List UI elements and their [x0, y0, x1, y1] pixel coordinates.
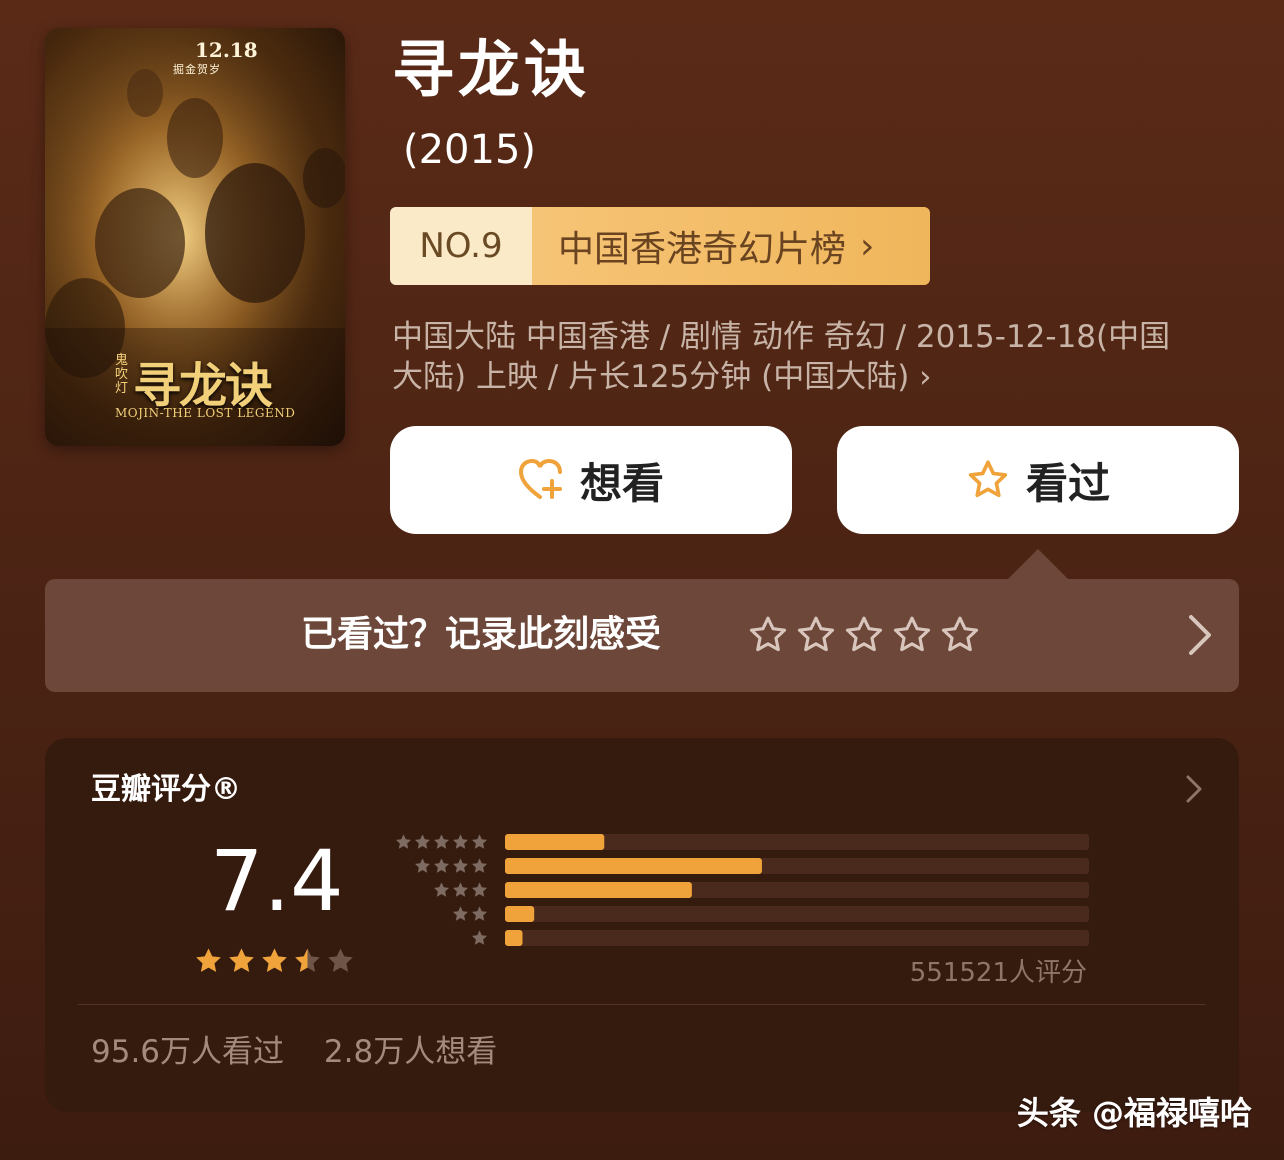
- movie-poster[interactable]: 12.18 掘金贺岁 鬼吹灯 寻龙诀 MOJIN-THE LOST LEGEND: [45, 28, 345, 446]
- mini-star-icon: [433, 858, 450, 873]
- seen-label: 看过: [1025, 458, 1110, 508]
- star-outline-icon[interactable]: [843, 615, 885, 655]
- mini-star-icon: [471, 882, 488, 897]
- poster-date: 12.18: [195, 38, 258, 62]
- watched-button[interactable]: 看过: [837, 426, 1239, 534]
- chevron-right-icon: ›: [919, 359, 932, 395]
- mini-star-icon: [471, 906, 488, 921]
- star-outline-icon[interactable]: [939, 615, 981, 655]
- want-label: 想看: [579, 458, 664, 508]
- poster-date-sub: 掘金贺岁: [173, 63, 221, 76]
- movie-year: (2015): [403, 127, 537, 173]
- movie-title: 寻龙诀: [392, 33, 591, 106]
- mini-star-icon: [452, 882, 469, 897]
- rating-input-stars[interactable]: [747, 615, 981, 655]
- distribution-row-4-star: [414, 858, 1089, 874]
- rating-count: 551521人评分: [909, 958, 1087, 988]
- rank-list-name: 中国香港奇幻片榜: [558, 229, 847, 270]
- distribution-track: [505, 930, 1089, 946]
- record-pointer: [1008, 549, 1068, 579]
- watermark: 头条 @福禄嘻哈: [1016, 1094, 1252, 1132]
- mini-star-icon: [395, 834, 412, 849]
- distribution-track: [505, 906, 1089, 922]
- mini-star-icon: [452, 906, 469, 921]
- ranking-badge[interactable]: NO.9 中国香港奇幻片榜 ›: [390, 207, 930, 285]
- want-stat: 2.8万人想看: [323, 1034, 498, 1070]
- chevron-right-icon: ›: [860, 225, 875, 267]
- distribution-bar: [505, 834, 605, 850]
- want-to-watch-button[interactable]: 想看: [390, 426, 792, 534]
- mini-star-icon: [452, 834, 469, 849]
- star-outline-icon[interactable]: [891, 615, 933, 655]
- rating-distribution: [395, 834, 1089, 946]
- mini-star-icon: [471, 834, 488, 849]
- rank-list: 中国香港奇幻片榜 ›: [532, 207, 930, 285]
- mini-star-icon: [414, 858, 431, 873]
- distribution-row-5-star: [395, 834, 1089, 850]
- star-outline-icon[interactable]: [747, 615, 789, 655]
- meta-line-1: 中国大陆 中国香港 / 剧情 动作 奇幻 / 2015-12-18(中国: [392, 319, 1171, 355]
- star-outline-icon[interactable]: [795, 615, 837, 655]
- poster-title-prefix: 鬼吹灯: [115, 353, 129, 396]
- mini-star-icon: [452, 858, 469, 873]
- distribution-row-2-star: [452, 906, 1089, 922]
- seen-stat: 95.6万人看过: [91, 1034, 285, 1070]
- douban-rating-card[interactable]: 豆瓣评分® 7.4 551521人评分 95.6万人看过 2.8万人想看: [45, 738, 1239, 1112]
- star-outline-icon: [968, 460, 1008, 498]
- distribution-bar: [505, 858, 762, 874]
- mini-star-icon: [433, 834, 450, 849]
- movie-meta[interactable]: 中国大陆 中国香港 / 剧情 动作 奇幻 / 2015-12-18(中国 大陆)…: [392, 317, 1222, 397]
- heart-plus-icon: [518, 459, 562, 499]
- divider: [78, 1004, 1206, 1005]
- watch-stats: 95.6万人看过 2.8万人想看: [91, 1032, 497, 1072]
- mini-star-icon: [433, 882, 450, 897]
- distribution-bar: [505, 906, 535, 922]
- distribution-row-3-star: [433, 882, 1089, 898]
- mini-star-icon: [414, 834, 431, 849]
- chevron-right-icon: [1189, 615, 1211, 655]
- meta-line-2: 大陆) 上映 / 片长125分钟 (中国大陆) ›: [392, 359, 932, 395]
- rank-number: NO.9: [390, 207, 532, 285]
- record-feeling-bar[interactable]: 已看过？记录此刻感受: [45, 579, 1239, 692]
- poster-english-title: MOJIN-THE LOST LEGEND: [115, 406, 296, 420]
- distribution-bar: [505, 882, 692, 898]
- distribution-row-1-star: [471, 930, 1089, 946]
- mini-star-icon: [471, 858, 488, 873]
- record-prompt: 已看过？记录此刻感受: [301, 614, 662, 655]
- mini-star-icon: [471, 930, 488, 945]
- distribution-bar: [505, 930, 523, 946]
